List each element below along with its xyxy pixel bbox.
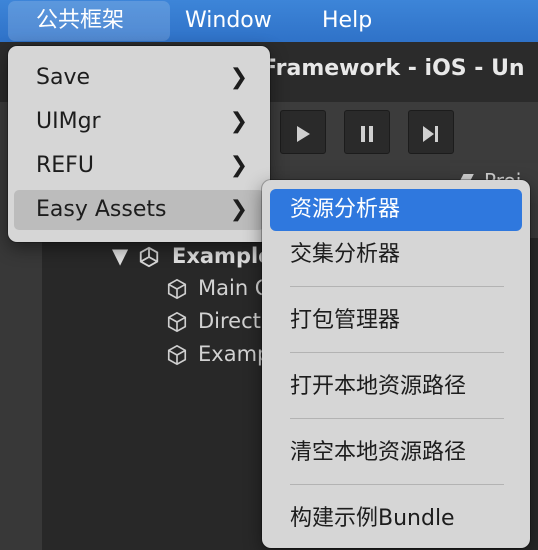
hierarchy-item[interactable]: Main C <box>198 276 269 300</box>
play-button[interactable] <box>280 110 326 154</box>
easy-assets-submenu: 资源分析器 交集分析器 打包管理器 打开本地资源路径 清空本地资源路径 构建示例… <box>262 180 530 548</box>
scene-foldout-icon[interactable]: ▼ <box>112 244 128 268</box>
menu-item-label: Easy Assets <box>36 197 167 222</box>
submenu-item-clear-local-path[interactable]: 清空本地资源路径 <box>270 432 522 474</box>
hierarchy-item[interactable]: Examp <box>198 342 270 366</box>
submenu-item-build-manager[interactable]: 打包管理器 <box>270 300 522 342</box>
framework-menu: Save ❯ UIMgr ❯ REFU ❯ Easy Assets ❯ <box>8 46 270 242</box>
menu-item-label: REFU <box>36 153 94 178</box>
window-title: Framework - iOS - Un <box>262 56 525 81</box>
pause-icon <box>361 125 373 142</box>
chevron-right-icon: ❯ <box>229 65 248 90</box>
menu-item-uimgr[interactable]: UIMgr ❯ <box>14 102 264 142</box>
submenu-item-intersection-analyzer[interactable]: 交集分析器 <box>270 234 522 276</box>
submenu-item-label: 构建示例Bundle <box>290 506 455 531</box>
menubar-item-label: 公共框架 <box>36 8 125 33</box>
pause-button[interactable] <box>344 110 390 154</box>
submenu-item-label: 资源分析器 <box>290 197 401 222</box>
menu-separator <box>290 484 504 485</box>
menu-item-save[interactable]: Save ❯ <box>14 58 264 98</box>
menubar-item-window[interactable]: Window <box>185 0 272 42</box>
submenu-item-label: 交集分析器 <box>290 242 401 267</box>
menubar-item-label: Window <box>185 8 272 33</box>
menubar-item-help[interactable]: Help <box>322 0 372 42</box>
menubar-item-label: Help <box>322 8 373 33</box>
chevron-right-icon: ❯ <box>229 197 248 222</box>
menu-item-refu[interactable]: REFU ❯ <box>14 146 264 186</box>
gameobject-icon <box>167 344 187 366</box>
chevron-right-icon: ❯ <box>229 153 248 178</box>
step-button[interactable] <box>408 110 454 154</box>
menu-item-label: UIMgr <box>36 109 101 134</box>
submenu-item-label: 清空本地资源路径 <box>290 440 467 465</box>
menu-separator <box>290 352 504 353</box>
menubar: 公共框架 Window Help <box>0 0 538 42</box>
submenu-item-open-local-path[interactable]: 打开本地资源路径 <box>270 366 522 408</box>
menu-separator <box>290 286 504 287</box>
submenu-item-asset-analyzer[interactable]: 资源分析器 <box>270 189 522 231</box>
gameobject-icon <box>167 311 187 333</box>
submenu-item-label: 打包管理器 <box>290 308 401 333</box>
hierarchy-item[interactable]: Direct <box>198 309 261 333</box>
unity-scene-icon <box>139 246 159 268</box>
menubar-item-framework[interactable]: 公共框架 <box>8 1 170 41</box>
menu-item-label: Save <box>36 65 91 90</box>
scene-label[interactable]: Example <box>172 244 272 268</box>
submenu-item-build-example-bundle[interactable]: 构建示例Bundle <box>270 498 522 540</box>
chevron-right-icon: ❯ <box>229 109 248 134</box>
play-icon <box>297 125 310 142</box>
submenu-item-label: 打开本地资源路径 <box>290 374 467 399</box>
step-icon <box>423 125 438 142</box>
menu-separator <box>290 418 504 419</box>
gameobject-icon <box>167 278 187 300</box>
menu-item-easy-assets[interactable]: Easy Assets ❯ <box>14 190 264 230</box>
